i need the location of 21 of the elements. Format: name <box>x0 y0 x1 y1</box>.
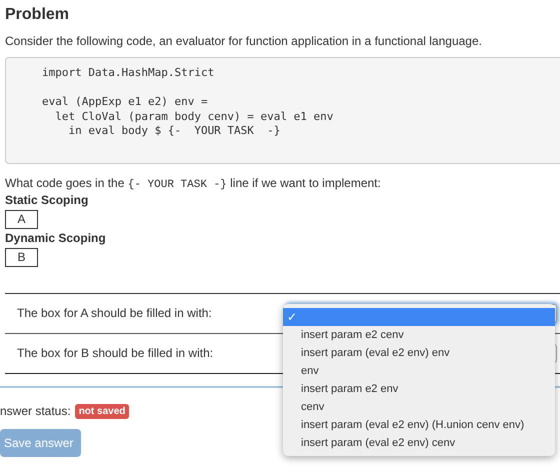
blank-box: B <box>5 248 38 266</box>
scoping-title: Static Scoping <box>5 192 90 208</box>
answer-prompt: The box for B should be filled in with: <box>17 346 214 360</box>
answer-prompt: The box for A should be filled in with: <box>17 306 212 320</box>
status-label: nswer status: <box>0 404 71 418</box>
dropdown-option[interactable]: insert param (eval e2 env) (H.union cenv env) <box>283 416 555 434</box>
status-badge: not saved <box>74 404 130 418</box>
question-text: What code goes in the {- YOUR TASK -} line if we want to implement: <box>5 176 382 192</box>
dropdown-option[interactable]: ✓ <box>283 308 555 326</box>
code-block: import Data.HashMap.Strict eval (AppExp e1 e2) env = let CloVal (param body cenv) = eval e1 env in eval body $ {- YOUR TASK -} <box>5 57 560 164</box>
dropdown-option[interactable]: env <box>283 362 555 380</box>
dropdown-option[interactable]: insert param (eval e2 env) env <box>283 344 555 362</box>
scoping-title: Dynamic Scoping <box>5 230 107 246</box>
dropdown-option[interactable]: cenv <box>283 398 555 416</box>
dropdown-option[interactable]: insert param e2 env <box>283 380 555 398</box>
dropdown-option[interactable]: insert param e2 cenv <box>283 326 555 344</box>
intro-text: Consider the following code, an evaluator for function application in a functional language. <box>5 33 483 49</box>
blank-box: A <box>5 210 38 228</box>
dropdown-option[interactable]: insert param (eval e2 env) cenv <box>283 434 555 452</box>
problem-heading: Problem <box>5 5 70 25</box>
check-mark: ✓ <box>287 310 297 324</box>
